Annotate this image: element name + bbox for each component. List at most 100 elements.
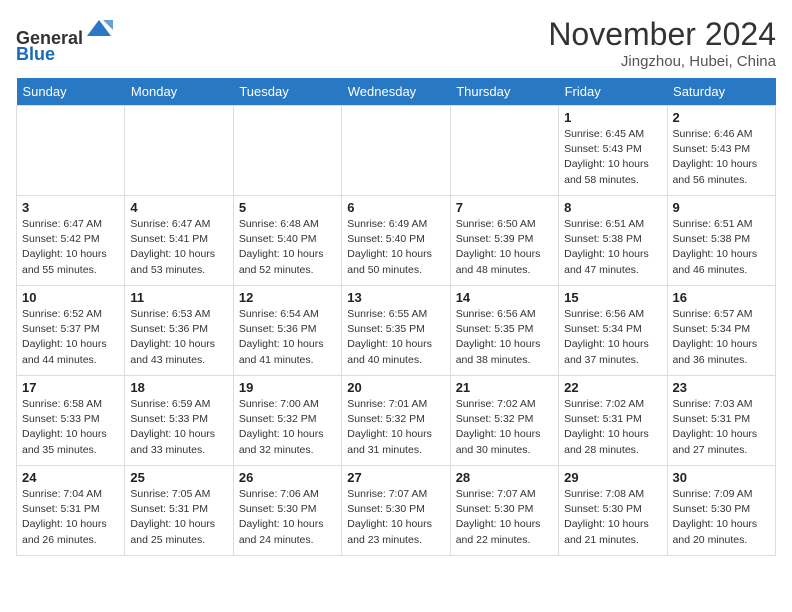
- calendar-cell: 29 Sunrise: 7:08 AMSunset: 5:30 PMDayligh…: [559, 466, 667, 556]
- day-info: Sunrise: 6:56 AMSunset: 5:35 PMDaylight:…: [456, 307, 553, 368]
- day-info: Sunrise: 6:57 AMSunset: 5:34 PMDaylight:…: [673, 307, 770, 368]
- day-of-week-header: Thursday: [450, 78, 558, 106]
- day-info: Sunrise: 6:49 AMSunset: 5:40 PMDaylight:…: [347, 217, 444, 278]
- calendar-cell: 14 Sunrise: 6:56 AMSunset: 5:35 PMDayligh…: [450, 286, 558, 376]
- calendar-cell: 19Sunrise: 7:00 AMSunset: 5:32 PMDayligh…: [233, 376, 341, 466]
- day-info: Sunrise: 7:07 AMSunset: 5:30 PMDaylight:…: [456, 487, 553, 548]
- day-info: Sunrise: 7:09 AMSunset: 5:30 PMDaylight:…: [673, 487, 770, 548]
- week-row: 3 Sunrise: 6:47 AMSunset: 5:42 PMDaylight…: [17, 196, 776, 286]
- day-number: 21: [456, 380, 553, 395]
- day-info: Sunrise: 6:47 AMSunset: 5:41 PMDaylight:…: [130, 217, 227, 278]
- day-info: Sunrise: 6:58 AMSunset: 5:33 PMDaylight:…: [22, 397, 119, 458]
- week-row: 24Sunrise: 7:04 AMSunset: 5:31 PMDayligh…: [17, 466, 776, 556]
- day-number: 14: [456, 290, 553, 305]
- day-of-week-header: Wednesday: [342, 78, 450, 106]
- logo: General Blue: [16, 16, 113, 65]
- calendar-cell: 10 Sunrise: 6:52 AMSunset: 5:37 PMDayligh…: [17, 286, 125, 376]
- day-number: 8: [564, 200, 661, 215]
- week-row: 1 Sunrise: 6:45 AMSunset: 5:43 PMDaylight…: [17, 106, 776, 196]
- day-number: 16: [673, 290, 770, 305]
- day-info: Sunrise: 6:45 AMSunset: 5:43 PMDaylight:…: [564, 127, 661, 188]
- day-number: 10: [22, 290, 119, 305]
- calendar-cell: 6 Sunrise: 6:49 AMSunset: 5:40 PMDaylight…: [342, 196, 450, 286]
- calendar-cell: [125, 106, 233, 196]
- day-info: Sunrise: 7:04 AMSunset: 5:31 PMDaylight:…: [22, 487, 119, 548]
- day-number: 4: [130, 200, 227, 215]
- week-row: 10 Sunrise: 6:52 AMSunset: 5:37 PMDayligh…: [17, 286, 776, 376]
- header-row: SundayMondayTuesdayWednesdayThursdayFrid…: [17, 78, 776, 106]
- calendar-cell: 25 Sunrise: 7:05 AMSunset: 5:31 PMDayligh…: [125, 466, 233, 556]
- day-info: Sunrise: 6:48 AMSunset: 5:40 PMDaylight:…: [239, 217, 336, 278]
- calendar-cell: 8Sunrise: 6:51 AMSunset: 5:38 PMDaylight…: [559, 196, 667, 286]
- day-number: 19: [239, 380, 336, 395]
- day-of-week-header: Tuesday: [233, 78, 341, 106]
- day-info: Sunrise: 6:56 AMSunset: 5:34 PMDaylight:…: [564, 307, 661, 368]
- day-number: 3: [22, 200, 119, 215]
- calendar-cell: 9Sunrise: 6:51 AMSunset: 5:38 PMDaylight…: [667, 196, 775, 286]
- calendar-cell: [342, 106, 450, 196]
- calendar-cell: 16 Sunrise: 6:57 AMSunset: 5:34 PMDayligh…: [667, 286, 775, 376]
- month-title: November 2024: [548, 16, 776, 53]
- calendar-cell: [17, 106, 125, 196]
- day-info: Sunrise: 6:50 AMSunset: 5:39 PMDaylight:…: [456, 217, 553, 278]
- day-number: 6: [347, 200, 444, 215]
- day-number: 30: [673, 470, 770, 485]
- calendar-cell: 30 Sunrise: 7:09 AMSunset: 5:30 PMDayligh…: [667, 466, 775, 556]
- day-number: 25: [130, 470, 227, 485]
- day-number: 11: [130, 290, 227, 305]
- day-of-week-header: Monday: [125, 78, 233, 106]
- day-info: Sunrise: 7:02 AMSunset: 5:31 PMDaylight:…: [564, 397, 661, 458]
- day-number: 26: [239, 470, 336, 485]
- day-number: 29: [564, 470, 661, 485]
- day-number: 18: [130, 380, 227, 395]
- day-number: 9: [673, 200, 770, 215]
- calendar-cell: 4 Sunrise: 6:47 AMSunset: 5:41 PMDaylight…: [125, 196, 233, 286]
- day-number: 27: [347, 470, 444, 485]
- day-info: Sunrise: 6:47 AMSunset: 5:42 PMDaylight:…: [22, 217, 119, 278]
- calendar-cell: 11 Sunrise: 6:53 AMSunset: 5:36 PMDayligh…: [125, 286, 233, 376]
- page-header: General Blue November 2024 Jingzhou, Hub…: [16, 16, 776, 70]
- calendar-table: SundayMondayTuesdayWednesdayThursdayFrid…: [16, 78, 776, 556]
- calendar-cell: 12 Sunrise: 6:54 AMSunset: 5:36 PMDayligh…: [233, 286, 341, 376]
- calendar-cell: 3 Sunrise: 6:47 AMSunset: 5:42 PMDaylight…: [17, 196, 125, 286]
- day-number: 22: [564, 380, 661, 395]
- day-info: Sunrise: 7:06 AMSunset: 5:30 PMDaylight:…: [239, 487, 336, 548]
- day-number: 28: [456, 470, 553, 485]
- calendar-cell: 15 Sunrise: 6:56 AMSunset: 5:34 PMDayligh…: [559, 286, 667, 376]
- calendar-cell: 1 Sunrise: 6:45 AMSunset: 5:43 PMDaylight…: [559, 106, 667, 196]
- day-number: 23: [673, 380, 770, 395]
- calendar-cell: 18 Sunrise: 6:59 AMSunset: 5:33 PMDayligh…: [125, 376, 233, 466]
- logo-blue-text: Blue: [16, 44, 55, 64]
- week-row: 17 Sunrise: 6:58 AMSunset: 5:33 PMDayligh…: [17, 376, 776, 466]
- day-number: 12: [239, 290, 336, 305]
- day-info: Sunrise: 6:53 AMSunset: 5:36 PMDaylight:…: [130, 307, 227, 368]
- day-of-week-header: Saturday: [667, 78, 775, 106]
- calendar-cell: 21 Sunrise: 7:02 AMSunset: 5:32 PMDayligh…: [450, 376, 558, 466]
- calendar-cell: 22 Sunrise: 7:02 AMSunset: 5:31 PMDayligh…: [559, 376, 667, 466]
- location-text: Jingzhou, Hubei, China: [548, 53, 776, 70]
- day-number: 2: [673, 110, 770, 125]
- day-info: Sunrise: 7:05 AMSunset: 5:31 PMDaylight:…: [130, 487, 227, 548]
- calendar-cell: 17 Sunrise: 6:58 AMSunset: 5:33 PMDayligh…: [17, 376, 125, 466]
- day-of-week-header: Friday: [559, 78, 667, 106]
- calendar-cell: 5 Sunrise: 6:48 AMSunset: 5:40 PMDaylight…: [233, 196, 341, 286]
- day-number: 15: [564, 290, 661, 305]
- calendar-cell: 23Sunrise: 7:03 AMSunset: 5:31 PMDayligh…: [667, 376, 775, 466]
- day-number: 17: [22, 380, 119, 395]
- day-info: Sunrise: 6:59 AMSunset: 5:33 PMDaylight:…: [130, 397, 227, 458]
- calendar-cell: 7Sunrise: 6:50 AMSunset: 5:39 PMDaylight…: [450, 196, 558, 286]
- calendar-cell: [450, 106, 558, 196]
- day-info: Sunrise: 6:54 AMSunset: 5:36 PMDaylight:…: [239, 307, 336, 368]
- calendar-cell: 24Sunrise: 7:04 AMSunset: 5:31 PMDayligh…: [17, 466, 125, 556]
- day-info: Sunrise: 7:02 AMSunset: 5:32 PMDaylight:…: [456, 397, 553, 458]
- day-info: Sunrise: 6:55 AMSunset: 5:35 PMDaylight:…: [347, 307, 444, 368]
- day-info: Sunrise: 6:52 AMSunset: 5:37 PMDaylight:…: [22, 307, 119, 368]
- day-of-week-header: Sunday: [17, 78, 125, 106]
- day-number: 5: [239, 200, 336, 215]
- day-info: Sunrise: 6:46 AMSunset: 5:43 PMDaylight:…: [673, 127, 770, 188]
- day-number: 1: [564, 110, 661, 125]
- day-info: Sunrise: 7:08 AMSunset: 5:30 PMDaylight:…: [564, 487, 661, 548]
- calendar-cell: 20Sunrise: 7:01 AMSunset: 5:32 PMDayligh…: [342, 376, 450, 466]
- day-info: Sunrise: 7:07 AMSunset: 5:30 PMDaylight:…: [347, 487, 444, 548]
- day-number: 13: [347, 290, 444, 305]
